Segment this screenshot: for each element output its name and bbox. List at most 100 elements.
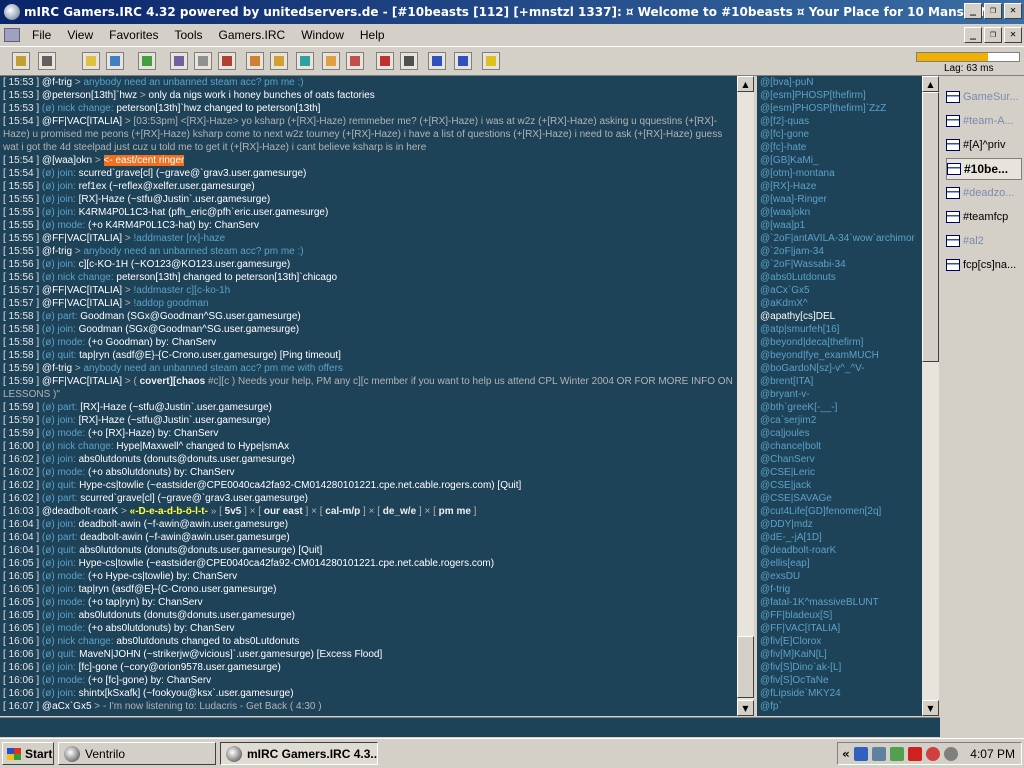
chat-segment-nick[interactable]: @peterson[13th]`hwz	[42, 90, 137, 101]
tray-expand-button[interactable]: «	[842, 747, 850, 761]
message-input[interactable]	[0, 717, 940, 737]
users-icon[interactable]	[871, 746, 886, 761]
tile-windows-icon[interactable]	[428, 52, 446, 70]
switchbar-item[interactable]: #teamfcp	[946, 206, 1022, 228]
menu-gamers-irc[interactable]: Gamers.IRC	[211, 28, 294, 42]
chat-segment-nick[interactable]: @FF|VAC[ITALIA]	[42, 285, 122, 296]
nick-list-item[interactable]: @beyond|deca[thefirm]	[757, 336, 922, 349]
nick-list-item[interactable]: @fiv[S]Dino`ak-[L]	[757, 661, 922, 674]
nick-list-item[interactable]: @[bva]-puN	[757, 76, 922, 89]
nick-list-item[interactable]: @f-trig	[757, 583, 922, 596]
nick-list-item[interactable]: @dE-_-jA[1D]	[757, 531, 922, 544]
menu-help[interactable]: Help	[352, 28, 393, 42]
nick-list-item[interactable]: @boGardoN[sz]-v^_^V-	[757, 362, 922, 375]
menu-view[interactable]: View	[59, 28, 101, 42]
chat-segment-nick[interactable]: @f-trig	[42, 246, 72, 257]
address-book-icon[interactable]	[106, 52, 124, 70]
nick-scroll-up-arrow[interactable]: ▲	[922, 76, 939, 92]
nick-list-item[interactable]: @CSE|SAVAGe	[757, 492, 922, 505]
nick-list-item[interactable]: @ChanServ	[757, 453, 922, 466]
scroll-thumb[interactable]	[737, 636, 754, 698]
ventrilo-tray-icon[interactable]	[943, 746, 958, 761]
nick-list-item[interactable]: @bth`greeK[-__-]	[757, 401, 922, 414]
mdi-restore-button[interactable]: ❐	[984, 27, 1002, 43]
start-button[interactable]: Start	[2, 742, 54, 765]
nick-list-item[interactable]: @atp|smurfeh[16]	[757, 323, 922, 336]
nick-list-item[interactable]: @[waa]-Ringer	[757, 193, 922, 206]
nick-list-item[interactable]: @[fc]-hate	[757, 141, 922, 154]
nick-list-item[interactable]: @`2oF|antAVILA-34`wow`archimor	[757, 232, 922, 245]
nick-list-item[interactable]: @beyond|fye_examMUCH	[757, 349, 922, 362]
nick-list-item[interactable]: @FF|bladeux[S]	[757, 609, 922, 622]
chat-segment-nick[interactable]: @deadbolt-roarK	[42, 506, 118, 517]
nick-scroll-thumb[interactable]	[922, 92, 939, 362]
nick-list-item[interactable]: @FF|VAC[ITALIA]	[757, 622, 922, 635]
options-icon[interactable]	[170, 52, 188, 70]
nick-list-item[interactable]: @fatal-1K^massiveBLUNT	[757, 596, 922, 609]
channel-window-icon[interactable]	[4, 28, 20, 42]
minimize-button[interactable]: _	[964, 3, 982, 19]
help-icon[interactable]	[482, 52, 500, 70]
scripts-icon[interactable]	[218, 52, 236, 70]
nick-list-item[interactable]: @CSE|jack	[757, 479, 922, 492]
nick-list-item[interactable]: @[esm]PHOSP[thefirm]`ZzZ	[757, 102, 922, 115]
dcc-chat-icon[interactable]	[296, 52, 314, 70]
nick-list-item[interactable]: @[RX]-Haze	[757, 180, 922, 193]
switchbar-item[interactable]: #[A]^priv	[946, 134, 1022, 156]
chat-segment-nick[interactable]: @FF|VAC[ITALIA]	[42, 116, 122, 127]
nick-list-item[interactable]: @deadbolt-roarK	[757, 544, 922, 557]
menu-favorites[interactable]: Favorites	[101, 28, 166, 42]
mdi-minimize-button[interactable]: _	[964, 27, 982, 43]
scroll-down-arrow[interactable]: ▼	[737, 700, 754, 716]
chat-segment-nick[interactable]: @f-trig	[42, 363, 72, 374]
nick-list-item[interactable]: @fiv[S]OcTaNe	[757, 674, 922, 687]
restore-button[interactable]: ❐	[984, 3, 1002, 19]
chat-segment-nick[interactable]: @FF|VAC[ITALIA]	[42, 233, 122, 244]
nick-list-item[interactable]: @chance|bolt	[757, 440, 922, 453]
chat-scrollbar[interactable]: ▲ ▼	[737, 76, 754, 716]
antivirus-icon[interactable]	[925, 746, 940, 761]
chat-segment-nick[interactable]: @aCx`Gx5	[42, 701, 92, 712]
nick-list-item[interactable]: @bryant-v-	[757, 388, 922, 401]
nick-list-item[interactable]: @CSE|Leric	[757, 466, 922, 479]
nick-list-item[interactable]: @exsDU	[757, 570, 922, 583]
nick-list-item[interactable]: @DDY|mdz	[757, 518, 922, 531]
nick-list-item[interactable]: @brent[ITA]	[757, 375, 922, 388]
chat-segment-nick[interactable]: @f-trig	[42, 77, 72, 88]
switchbar-item[interactable]: #team-A...	[946, 110, 1022, 132]
volume-icon[interactable]	[889, 746, 904, 761]
nick-list-item[interactable]: @ca`serjim2	[757, 414, 922, 427]
nick-list-item[interactable]: @fLipside`MKY24	[757, 687, 922, 700]
close-button[interactable]: ✕	[1004, 3, 1022, 19]
switchbar-item[interactable]: fcp[cs]na...	[946, 254, 1022, 276]
nicklist-scrollbar[interactable]: ▲ ▼	[922, 76, 939, 716]
switchbar-item[interactable]: #al2	[946, 230, 1022, 252]
chat-log[interactable]: [ 15:53 ] @f-trig > anybody need an unba…	[0, 76, 737, 716]
nick-list-item[interactable]: @ellis[eap]	[757, 557, 922, 570]
chat-segment-nick[interactable]: @FF|VAC[ITALIA]	[42, 298, 122, 309]
nick-list-item[interactable]: @apathy[cs]DEL	[757, 310, 922, 323]
nick-list-item[interactable]: @[otm]-montana	[757, 167, 922, 180]
nick-list-item[interactable]: @aKdmX^	[757, 297, 922, 310]
notify-icon[interactable]	[346, 52, 364, 70]
nick-list-item[interactable]: @`2oF|jam-34	[757, 245, 922, 258]
nick-list-item[interactable]: @abs0Lutdonuts	[757, 271, 922, 284]
title-bar[interactable]: mIRC Gamers.IRC 4.32 powered by unitedse…	[0, 0, 1024, 24]
folder-icon[interactable]	[82, 52, 100, 70]
nick-list[interactable]: @[bva]-puN @[esm]PHOSP[thefirm] @[esm]PHOS…	[755, 76, 922, 716]
colors-icon[interactable]	[246, 52, 264, 70]
nick-list-item[interactable]: @[fc]-gone	[757, 128, 922, 141]
disconnect-icon[interactable]	[38, 52, 56, 70]
menu-file[interactable]: File	[24, 28, 59, 42]
switchbar-item[interactable]: #10be...	[946, 158, 1022, 180]
nick-list-item[interactable]: @aCx`Gx5	[757, 284, 922, 297]
connect-icon[interactable]	[12, 52, 30, 70]
chat-segment-nick[interactable]: @FF|VAC[ITALIA]	[42, 376, 122, 387]
favorites-icon[interactable]	[138, 52, 156, 70]
nick-list-item[interactable]: @[waa]p1	[757, 219, 922, 232]
log-icon[interactable]	[376, 52, 394, 70]
cascade-windows-icon[interactable]	[454, 52, 472, 70]
nick-list-item[interactable]: @[esm]PHOSP[thefirm]	[757, 89, 922, 102]
nick-list-item[interactable]: @[GB]KaMi_	[757, 154, 922, 167]
menu-window[interactable]: Window	[293, 28, 352, 42]
